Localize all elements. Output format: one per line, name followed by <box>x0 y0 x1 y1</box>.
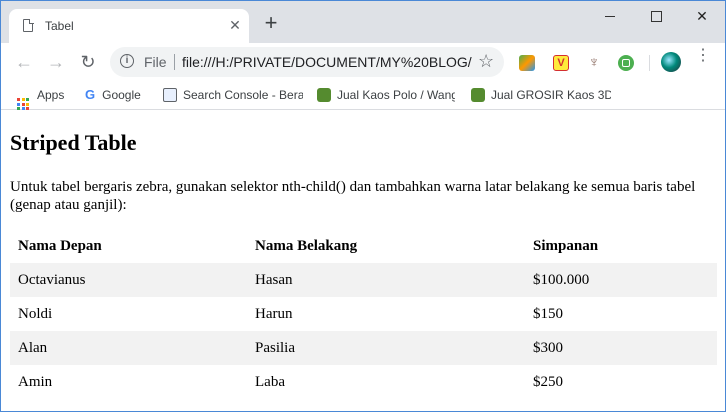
table-cell: Laba <box>255 373 285 390</box>
tab-close-icon[interactable]: ✕ <box>227 17 243 33</box>
omnibox-divider <box>174 54 175 70</box>
striped-table: Nama Depan Nama Belakang Simpanan Octavi… <box>10 229 717 399</box>
minimize-icon <box>605 16 615 17</box>
table-cell: Noldi <box>18 305 53 322</box>
bookmark-label: Jual Kaos Polo / Wang <box>337 88 455 102</box>
extension-trophy-icon[interactable]: ♆ <box>586 55 602 71</box>
bookmark-jual-grosir-kaos[interactable]: Jual GROSIR Kaos 3D <box>471 86 611 104</box>
page-content: Striped Table Untuk tabel bergaris zebra… <box>1 110 725 411</box>
close-window-button[interactable]: ✕ <box>679 1 725 31</box>
column-header: Nama Depan <box>18 237 102 254</box>
extension-cube-icon[interactable] <box>519 55 535 71</box>
column-header: Nama Belakang <box>255 237 358 254</box>
bookmark-label: Jual GROSIR Kaos 3D <box>491 88 611 102</box>
table-header-row: Nama Depan Nama Belakang Simpanan <box>10 229 717 263</box>
table-cell: Harun <box>255 305 293 322</box>
url-scheme-label: File <box>144 54 167 70</box>
extension-green-icon[interactable] <box>618 55 634 71</box>
document-icon <box>23 18 34 32</box>
profile-avatar[interactable] <box>661 52 681 72</box>
table-row: Noldi Harun $150 <box>10 297 717 331</box>
table-cell: $300 <box>533 339 563 356</box>
bookmark-jual-kaos-polo[interactable]: Jual Kaos Polo / Wang <box>317 86 455 104</box>
browser-toolbar: ← → ↻ i File file:///H:/PRIVATE/DOCUMENT… <box>1 43 725 81</box>
table-cell: $100.000 <box>533 271 590 288</box>
table-cell: Hasan <box>255 271 293 288</box>
bookmarks-bar: Apps G Google Search Console - Bera Jual … <box>1 81 725 110</box>
maximize-icon <box>651 11 662 22</box>
bookmark-label: Google <box>102 88 141 102</box>
frog-icon <box>317 88 331 102</box>
info-icon[interactable]: i <box>120 54 134 68</box>
tab-active[interactable]: Tabel ✕ <box>9 9 249 43</box>
menu-dots-icon[interactable]: ⋮ <box>695 48 711 64</box>
column-header: Simpanan <box>533 237 599 254</box>
tab-title: Tabel <box>45 19 74 33</box>
table-cell: Octavianus <box>18 271 86 288</box>
reload-button[interactable]: ↻ <box>77 51 99 73</box>
new-tab-button[interactable]: + <box>261 12 281 34</box>
page-title: Striped Table <box>10 130 137 155</box>
extension-v-icon[interactable]: V <box>553 55 569 71</box>
table-cell: Pasilia <box>255 339 295 356</box>
bookmark-search-console[interactable]: Search Console - Bera <box>163 86 303 104</box>
table-row: Amin Laba $250 <box>10 365 717 399</box>
page-description: Untuk tabel bergaris zebra, gunakan sele… <box>10 179 696 213</box>
address-bar[interactable]: i File file:///H:/PRIVATE/DOCUMENT/MY%20… <box>110 47 504 77</box>
table-cell: $250 <box>533 373 563 390</box>
search-console-icon <box>163 88 177 102</box>
table-row: Octavianus Hasan $100.000 <box>10 263 717 297</box>
bookmark-star-icon[interactable]: ☆ <box>478 51 494 72</box>
minimize-button[interactable] <box>587 1 633 31</box>
bookmark-apps[interactable]: Apps <box>17 86 65 110</box>
browser-window: Tabel ✕ + ✕ ← → ↻ i File file:///H:/PRIV… <box>0 0 726 412</box>
google-icon: G <box>85 87 96 102</box>
table-cell: Alan <box>18 339 48 356</box>
bookmark-google[interactable]: G Google <box>85 86 141 104</box>
table-cell: $150 <box>533 305 563 322</box>
maximize-button[interactable] <box>633 1 679 31</box>
bookmark-label: Search Console - Bera <box>183 88 303 102</box>
tab-strip: Tabel ✕ + ✕ <box>1 1 725 43</box>
frog-icon <box>471 88 485 102</box>
url-text[interactable]: file:///H:/PRIVATE/DOCUMENT/MY%20BLOG/..… <box>182 54 472 70</box>
toolbar-divider <box>649 55 650 71</box>
bookmark-label: Apps <box>37 88 65 102</box>
forward-button[interactable]: → <box>45 51 67 73</box>
back-button[interactable]: ← <box>13 51 35 73</box>
apps-grid-icon <box>17 98 29 110</box>
table-cell: Amin <box>18 373 53 390</box>
table-row: Alan Pasilia $300 <box>10 331 717 365</box>
